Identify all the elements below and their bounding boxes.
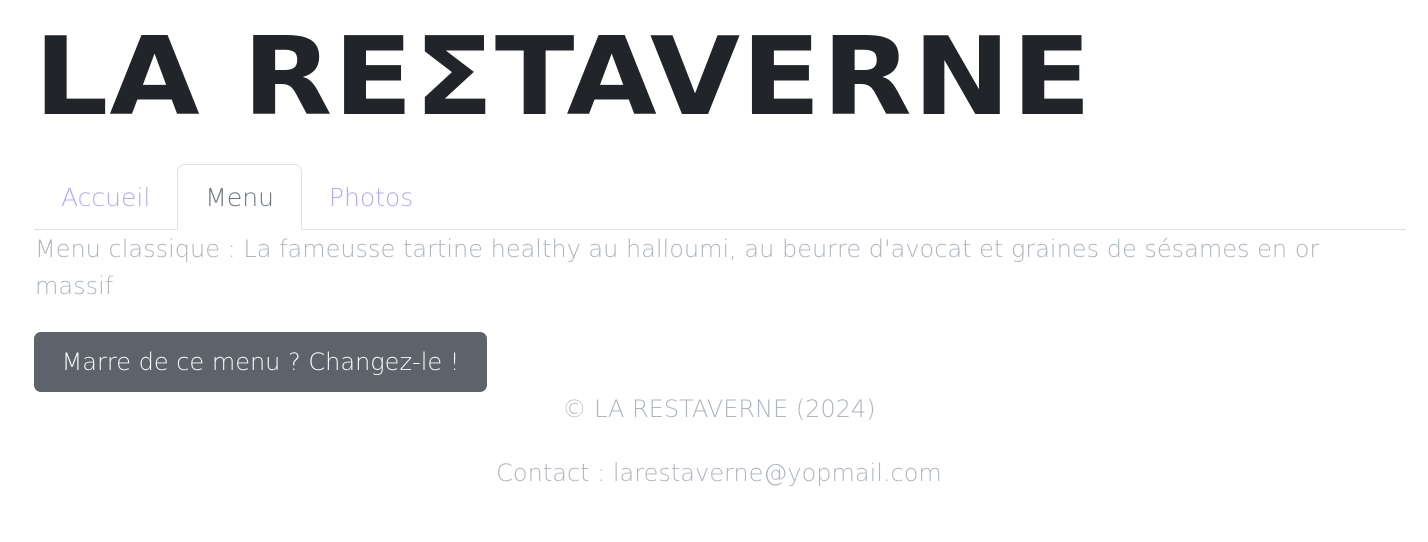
site-title: LA REΣTAVERNE [34, 15, 1093, 140]
tab-accueil[interactable]: Accueil [34, 165, 177, 229]
change-menu-button[interactable]: Marre de ce menu ? Changez-le ! [34, 332, 487, 392]
menu-description: Menu classique : La fameusse tartine hea… [35, 235, 1320, 300]
footer-contact: Contact : larestaverne@yopmail.com [496, 459, 942, 487]
tab-photos[interactable]: Photos [302, 165, 440, 229]
footer-copyright: © LA RESTAVERNE (2024) [562, 395, 876, 423]
nav-tabs: Accueil Menu Photos [34, 164, 1406, 230]
tab-menu[interactable]: Menu [177, 164, 302, 230]
